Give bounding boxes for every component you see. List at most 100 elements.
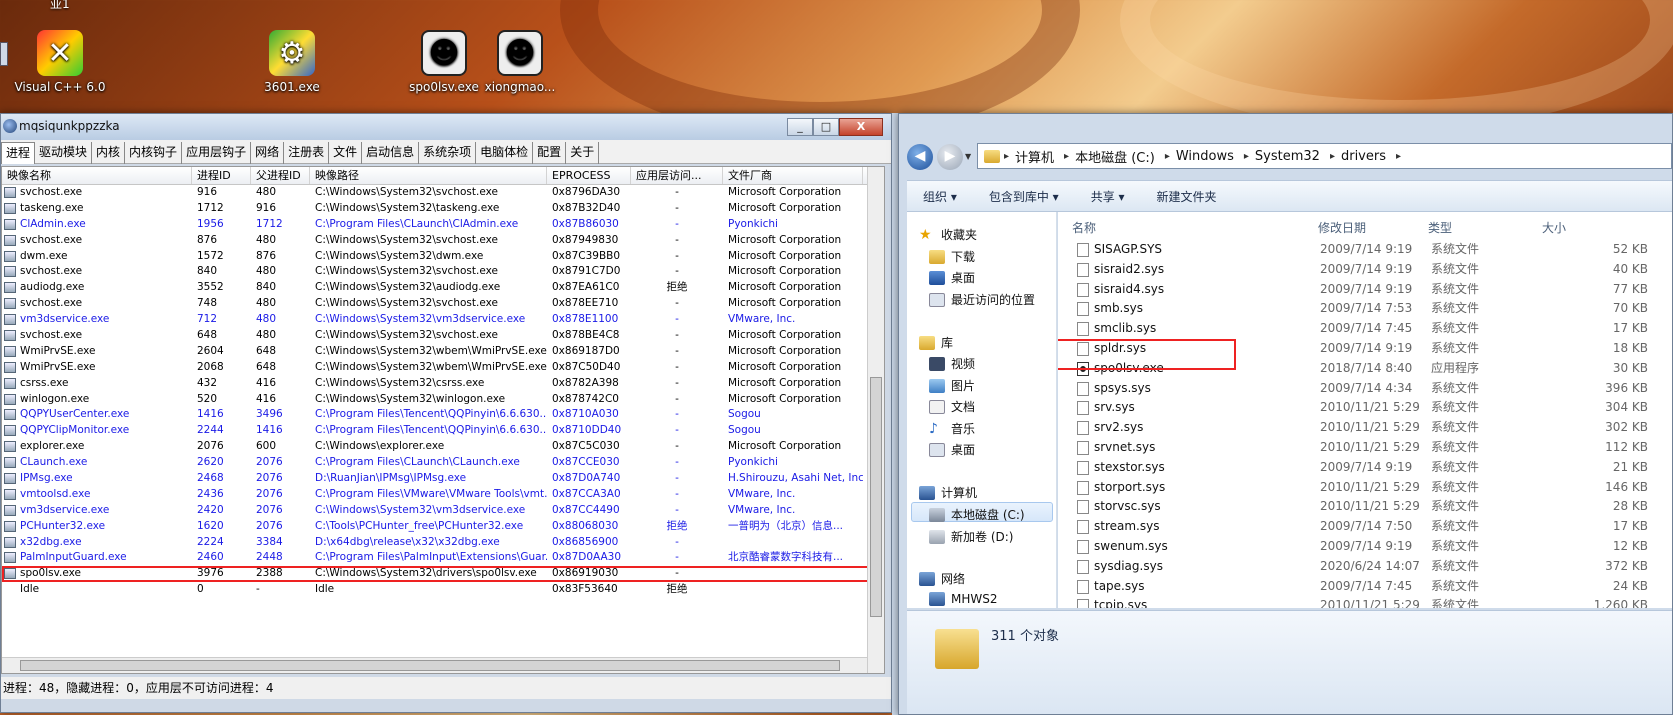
table-row[interactable]: vm3dservice.exe 712 480 C:\Windows\System32… [2, 312, 884, 328]
nav-computer[interactable]: 计算机 [919, 484, 977, 501]
file-row[interactable]: storport.sys 2010/11/21 5:29 系统文件 146 KB [1058, 478, 1672, 498]
nav-item-music[interactable]: ♪ 音乐 [929, 420, 975, 437]
process-list[interactable]: 映像名称 进程ID 父进程ID 映像路径 EPROCESS 应用层访问... 文… [1, 166, 885, 674]
vertical-scrollbar[interactable] [867, 167, 884, 673]
share-button[interactable]: 共享 ▾ [1091, 188, 1125, 205]
tab-4[interactable]: 应用层钩子 [182, 142, 252, 164]
table-row[interactable]: audiodg.exe 3552 840 C:\Windows\System32\au… [2, 280, 884, 296]
nav-item-drive-d[interactable]: 新加卷 (D:) [929, 528, 1013, 545]
tab-5[interactable]: 网络 [251, 142, 285, 164]
table-row[interactable]: svchost.exe 916 480 C:\Windows\System32\svc… [2, 185, 884, 201]
nav-libraries[interactable]: 库 [919, 334, 953, 351]
tab-1[interactable]: 驱动模块 [35, 142, 93, 164]
breadcrumb-segment[interactable]: Windows [1170, 149, 1244, 164]
table-row[interactable]: svchost.exe 876 480 C:\Windows\System32\svc… [2, 233, 884, 249]
tab-6[interactable]: 注册表 [284, 142, 330, 164]
column-header-pid[interactable]: 进程ID [192, 167, 251, 184]
organize-button[interactable]: 组织 ▾ [923, 188, 957, 205]
tab-2[interactable]: 内核 [92, 142, 126, 164]
nav-item-recent[interactable]: 最近访问的位置 [929, 291, 1035, 308]
column-header-name[interactable]: 名称 [1072, 219, 1096, 236]
table-row[interactable]: Idle 0 - Idle 0x83F53640 拒绝 [2, 582, 884, 598]
breadcrumb-segment[interactable]: 计算机 [1009, 147, 1064, 166]
table-row[interactable]: dwm.exe 1572 876 C:\Windows\System32\dwm.ex… [2, 249, 884, 265]
file-row[interactable]: srv2.sys 2010/11/21 5:29 系统文件 302 KB [1058, 418, 1672, 438]
column-header-path[interactable]: 映像路径 [310, 167, 547, 184]
tab-9[interactable]: 系统杂项 [419, 142, 477, 164]
table-row[interactable]: ClAdmin.exe 1956 1712 C:\Program Files\CLau… [2, 217, 884, 233]
file-row[interactable]: SISAGP.SYS 2009/7/14 9:19 系统文件 52 KB [1058, 240, 1672, 260]
desktop-icon-visual-cpp[interactable]: ✕ Visual C++ 6.0 [14, 30, 106, 95]
scrollbar-thumb[interactable] [20, 660, 840, 671]
table-row[interactable]: QQPYUserCenter.exe 1416 3496 C:\Program Fil… [2, 407, 884, 423]
table-row[interactable]: IPMsg.exe 2468 2076 D:\RuanJian\IPMsg\IPMsg… [2, 471, 884, 487]
file-row[interactable]: smclib.sys 2009/7/14 7:45 系统文件 17 KB [1058, 319, 1672, 339]
tab-3[interactable]: 内核钩子 [125, 142, 183, 164]
table-row[interactable]: WmiPrvSE.exe 2604 648 C:\Windows\System32\w… [2, 344, 884, 360]
column-header-eprocess[interactable]: EPROCESS [547, 167, 631, 184]
table-row[interactable]: x32dbg.exe 2224 3384 D:\x64dbg\release\x32\… [2, 535, 884, 551]
file-row[interactable]: tape.sys 2009/7/14 7:45 系统文件 24 KB [1058, 577, 1672, 597]
file-row[interactable]: storvsc.sys 2010/11/21 5:29 系统文件 28 KB [1058, 497, 1672, 517]
table-row[interactable]: spo0lsv.exe 3976 2388 C:\Windows\System32\d… [2, 566, 884, 583]
table-row[interactable]: winlogon.exe 520 416 C:\Windows\System32\wi… [2, 392, 884, 408]
include-in-library-button[interactable]: 包含到库中 ▾ [989, 188, 1059, 205]
nav-item-desktop[interactable]: 桌面 [929, 269, 975, 286]
file-row[interactable]: sysdiag.sys 2020/6/24 14:07 系统文件 372 KB [1058, 557, 1672, 577]
file-row[interactable]: stream.sys 2009/7/14 7:50 系统文件 17 KB [1058, 517, 1672, 537]
column-header-size[interactable]: 大小 [1542, 219, 1566, 236]
recent-pages-dropdown-icon[interactable]: ▼ [965, 152, 971, 161]
nav-item-lib-desktop[interactable]: 桌面 [929, 441, 975, 458]
table-row[interactable]: explorer.exe 2076 600 C:\Windows\explorer.e… [2, 439, 884, 455]
desktop-icon-3601[interactable]: ⚙ 3601.exe [246, 30, 338, 95]
column-header-type[interactable]: 类型 [1428, 219, 1452, 236]
nav-network[interactable]: 网络 [919, 570, 965, 587]
breadcrumb-separator-icon[interactable]: ▸ [1396, 151, 1401, 162]
table-row[interactable]: PCHunter32.exe 1620 2076 C:\Tools\PCHunter_… [2, 519, 884, 535]
file-row[interactable]: spsys.sys 2009/7/14 4:34 系统文件 396 KB [1058, 379, 1672, 399]
table-row[interactable]: svchost.exe 648 480 C:\Windows\System32\svc… [2, 328, 884, 344]
back-button[interactable]: ◀ [907, 144, 933, 170]
breadcrumb-segment[interactable]: System32 [1249, 149, 1330, 164]
column-header-date[interactable]: 修改日期 [1318, 219, 1366, 236]
table-row[interactable]: CLaunch.exe 2620 2076 C:\Program Files\CLau… [2, 455, 884, 471]
tab-11[interactable]: 配置 [533, 142, 567, 164]
nav-favorites[interactable]: ★ 收藏夹 [919, 226, 977, 243]
maximize-button[interactable]: □ [813, 118, 839, 136]
close-button[interactable]: X [839, 118, 883, 136]
nav-item-pictures[interactable]: 图片 [929, 377, 975, 394]
table-row[interactable]: csrss.exe 432 416 C:\Windows\System32\csrss… [2, 376, 884, 392]
nav-item-videos[interactable]: 视频 [929, 355, 975, 372]
tab-8[interactable]: 启动信息 [362, 142, 420, 164]
column-header-access[interactable]: 应用层访问... [631, 167, 723, 184]
nav-item-documents[interactable]: 文档 [929, 398, 975, 415]
tab-10[interactable]: 电脑体检 [476, 142, 534, 164]
file-row[interactable]: stexstor.sys 2009/7/14 9:19 系统文件 21 KB [1058, 458, 1672, 478]
new-folder-button[interactable]: 新建文件夹 [1157, 188, 1217, 205]
breadcrumb-segment[interactable]: drivers [1335, 149, 1396, 164]
table-row[interactable]: svchost.exe 840 480 C:\Windows\System32\svc… [2, 264, 884, 280]
file-row[interactable]: sisraid4.sys 2009/7/14 9:19 系统文件 77 KB [1058, 280, 1672, 300]
minimize-button[interactable]: _ [787, 118, 813, 136]
table-row[interactable]: taskeng.exe 1712 916 C:\Windows\System32\ta… [2, 201, 884, 217]
column-header-ppid[interactable]: 父进程ID [251, 167, 310, 184]
address-bar[interactable]: ▸ 计算机 ▸ 本地磁盘 (C:) ▸ Windows ▸ System32 ▸ drivers ▸ [977, 143, 1672, 169]
table-row[interactable]: QQPYClipMonitor.exe 2244 1416 C:\Program Fi… [2, 423, 884, 439]
scrollbar-thumb[interactable] [870, 377, 882, 617]
nav-item-downloads[interactable]: 下载 [929, 248, 975, 265]
file-row[interactable]: tcpip.sys 2010/11/21 5:29 系统文件 1,260 KB [1058, 596, 1672, 608]
horizontal-scrollbar[interactable] [2, 657, 867, 673]
file-row[interactable]: sisraid2.sys 2009/7/14 9:19 系统文件 40 KB [1058, 260, 1672, 280]
column-header-vendor[interactable]: 文件厂商 [723, 167, 863, 184]
table-row[interactable]: vm3dservice.exe 2420 2076 C:\Windows\System… [2, 503, 884, 519]
table-row[interactable]: WmiPrvSE.exe 2068 648 C:\Windows\System32\w… [2, 360, 884, 376]
column-header-image-name[interactable]: 映像名称 [2, 167, 192, 184]
tab-7[interactable]: 文件 [329, 142, 363, 164]
file-row[interactable]: srv.sys 2010/11/21 5:29 系统文件 304 KB [1058, 398, 1672, 418]
file-row[interactable]: swenum.sys 2009/7/14 9:19 系统文件 12 KB [1058, 537, 1672, 557]
breadcrumb-segment[interactable]: 本地磁盘 (C:) [1069, 147, 1165, 166]
table-row[interactable]: vmtoolsd.exe 2436 2076 C:\Program Files\VMw… [2, 487, 884, 503]
forward-button[interactable]: ▶ [937, 144, 963, 170]
tab-0[interactable]: 进程 [1, 142, 36, 164]
file-list[interactable]: 名称 ^ 修改日期 类型 大小 SISAGP.SYS 2009/7/14 9:19… [1058, 212, 1672, 608]
